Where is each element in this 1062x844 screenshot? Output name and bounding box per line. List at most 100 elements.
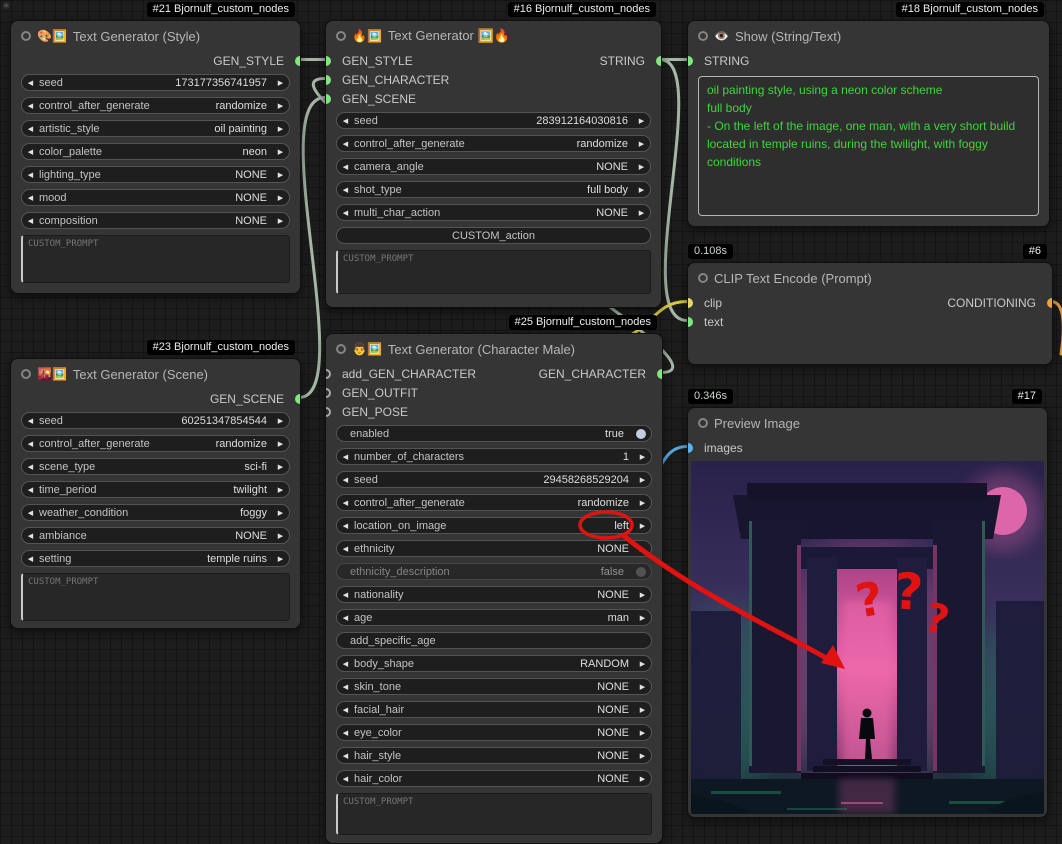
- widget-ethnicity_description[interactable]: ethnicity_descriptionfalse: [336, 563, 652, 580]
- widget-lighting_type[interactable]: ◀lighting_typeNONE▶: [21, 166, 290, 183]
- decrement-arrow-icon[interactable]: ◀: [337, 140, 354, 148]
- widget-CUSTOM_action[interactable]: CUSTOM_action: [336, 227, 651, 244]
- node-titlebar[interactable]: Preview Image: [688, 408, 1047, 438]
- decrement-arrow-icon[interactable]: ◀: [337, 706, 354, 714]
- output-GEN_STYLE[interactable]: GEN_STYLE: [11, 51, 300, 70]
- port-dot-icon[interactable]: [326, 388, 331, 398]
- increment-arrow-icon[interactable]: ▶: [634, 706, 651, 714]
- node-titlebar[interactable]: 🎨🖼️ Text Generator (Style): [11, 21, 300, 51]
- collapse-dot-icon[interactable]: [698, 418, 708, 428]
- decrement-arrow-icon[interactable]: ◀: [22, 194, 39, 202]
- port-dot-icon[interactable]: [326, 75, 331, 85]
- node-show-string-text[interactable]: #18 Bjornulf_custom_nodes 👁️ Show (Strin…: [687, 20, 1050, 227]
- widget-weather_condition[interactable]: ◀weather_conditionfoggy▶: [21, 504, 290, 521]
- node-titlebar[interactable]: CLIP Text Encode (Prompt): [688, 263, 1052, 293]
- decrement-arrow-icon[interactable]: ◀: [22, 79, 39, 87]
- decrement-arrow-icon[interactable]: ◀: [337, 729, 354, 737]
- increment-arrow-icon[interactable]: ▶: [634, 660, 651, 668]
- input-STRING[interactable]: STRING: [688, 51, 1049, 70]
- collapse-dot-icon[interactable]: [336, 344, 346, 354]
- widget-location_on_image[interactable]: ◀location_on_imageleft▶: [336, 517, 652, 534]
- widget-enabled[interactable]: enabledtrue: [336, 425, 652, 442]
- widget-control_after_generate[interactable]: ◀control_after_generaterandomize▶: [21, 97, 290, 114]
- increment-arrow-icon[interactable]: ▶: [272, 417, 289, 425]
- increment-arrow-icon[interactable]: ▶: [272, 194, 289, 202]
- widget-shot_type[interactable]: ◀shot_typefull body▶: [336, 181, 651, 198]
- decrement-arrow-icon[interactable]: ◀: [22, 148, 39, 156]
- increment-arrow-icon[interactable]: ▶: [634, 729, 651, 737]
- increment-arrow-icon[interactable]: ▶: [272, 79, 289, 87]
- input-GEN_POSE[interactable]: GEN_POSE: [326, 402, 662, 421]
- port-dot-icon[interactable]: [688, 317, 693, 327]
- increment-arrow-icon[interactable]: ▶: [272, 171, 289, 179]
- input-GEN_CHARACTER[interactable]: GEN_CHARACTER: [326, 70, 661, 89]
- increment-arrow-icon[interactable]: ▶: [633, 209, 650, 217]
- increment-arrow-icon[interactable]: ▶: [634, 614, 651, 622]
- toggle-knob-icon[interactable]: [636, 567, 646, 577]
- custom-prompt-textarea[interactable]: [21, 573, 290, 621]
- widget-mood[interactable]: ◀moodNONE▶: [21, 189, 290, 206]
- widget-number_of_characters[interactable]: ◀number_of_characters1▶: [336, 448, 652, 465]
- increment-arrow-icon[interactable]: ▶: [272, 532, 289, 540]
- widget-control_after_generate[interactable]: ◀control_after_generaterandomize▶: [336, 135, 651, 152]
- widget-multi_char_action[interactable]: ◀multi_char_actionNONE▶: [336, 204, 651, 221]
- increment-arrow-icon[interactable]: ▶: [634, 545, 651, 553]
- widget-ambiance[interactable]: ◀ambianceNONE▶: [21, 527, 290, 544]
- decrement-arrow-icon[interactable]: ◀: [22, 463, 39, 471]
- widget-time_period[interactable]: ◀time_periodtwilight▶: [21, 481, 290, 498]
- increment-arrow-icon[interactable]: ▶: [633, 163, 650, 171]
- widget-seed[interactable]: ◀seed60251347854544▶: [21, 412, 290, 429]
- decrement-arrow-icon[interactable]: ◀: [337, 453, 354, 461]
- port-dot-icon[interactable]: [688, 298, 693, 308]
- widget-nationality[interactable]: ◀nationalityNONE▶: [336, 586, 652, 603]
- node-titlebar[interactable]: 👨🖼️ Text Generator (Character Male): [326, 334, 662, 364]
- widget-hair_color[interactable]: ◀hair_colorNONE▶: [336, 770, 652, 787]
- input-clip[interactable]: clip: [688, 293, 1052, 312]
- decrement-arrow-icon[interactable]: ◀: [337, 522, 354, 530]
- widget-facial_hair[interactable]: ◀facial_hairNONE▶: [336, 701, 652, 718]
- port-dot-icon[interactable]: [688, 56, 693, 66]
- input-images[interactable]: images: [688, 438, 1047, 457]
- node-text-generator-character-male[interactable]: #25 Bjornulf_custom_nodes 👨🖼️ Text Gener…: [325, 333, 663, 844]
- increment-arrow-icon[interactable]: ▶: [272, 217, 289, 225]
- increment-arrow-icon[interactable]: ▶: [272, 486, 289, 494]
- decrement-arrow-icon[interactable]: ◀: [22, 217, 39, 225]
- increment-arrow-icon[interactable]: ▶: [272, 555, 289, 563]
- increment-arrow-icon[interactable]: ▶: [272, 509, 289, 517]
- widget-scene_type[interactable]: ◀scene_typesci-fi▶: [21, 458, 290, 475]
- decrement-arrow-icon[interactable]: ◀: [337, 186, 354, 194]
- decrement-arrow-icon[interactable]: ◀: [22, 440, 39, 448]
- input-add_GEN_CHARACTER[interactable]: add_GEN_CHARACTER: [326, 364, 662, 383]
- port-dot-icon[interactable]: [326, 56, 331, 66]
- decrement-arrow-icon[interactable]: ◀: [337, 683, 354, 691]
- increment-arrow-icon[interactable]: ▶: [272, 102, 289, 110]
- decrement-arrow-icon[interactable]: ◀: [337, 163, 354, 171]
- increment-arrow-icon[interactable]: ▶: [634, 453, 651, 461]
- widget-skin_tone[interactable]: ◀skin_toneNONE▶: [336, 678, 652, 695]
- widget-body_shape[interactable]: ◀body_shapeRANDOM▶: [336, 655, 652, 672]
- widget-hair_style[interactable]: ◀hair_styleNONE▶: [336, 747, 652, 764]
- increment-arrow-icon[interactable]: ▶: [634, 775, 651, 783]
- decrement-arrow-icon[interactable]: ◀: [22, 532, 39, 540]
- widget-add_specific_age[interactable]: add_specific_age: [336, 632, 652, 649]
- widget-camera_angle[interactable]: ◀camera_angleNONE▶: [336, 158, 651, 175]
- widget-color_palette[interactable]: ◀color_paletteneon▶: [21, 143, 290, 160]
- decrement-arrow-icon[interactable]: ◀: [337, 614, 354, 622]
- increment-arrow-icon[interactable]: ▶: [634, 591, 651, 599]
- port-dot-icon[interactable]: [326, 369, 331, 379]
- decrement-arrow-icon[interactable]: ◀: [337, 499, 354, 507]
- output-GEN_SCENE[interactable]: GEN_SCENE: [11, 389, 300, 408]
- increment-arrow-icon[interactable]: ▶: [634, 522, 651, 530]
- widget-control_after_generate[interactable]: ◀control_after_generaterandomize▶: [21, 435, 290, 452]
- input-GEN_OUTFIT[interactable]: GEN_OUTFIT: [326, 383, 662, 402]
- custom-prompt-textarea[interactable]: [21, 235, 290, 283]
- toggle-knob-icon[interactable]: [636, 429, 646, 439]
- custom-prompt-textarea[interactable]: [336, 793, 652, 835]
- decrement-arrow-icon[interactable]: ◀: [337, 775, 354, 783]
- input-GEN_STYLE[interactable]: GEN_STYLE: [326, 51, 661, 70]
- preview-image[interactable]: [691, 461, 1044, 814]
- decrement-arrow-icon[interactable]: ◀: [337, 591, 354, 599]
- increment-arrow-icon[interactable]: ▶: [634, 752, 651, 760]
- custom-prompt-textarea[interactable]: [336, 250, 651, 294]
- decrement-arrow-icon[interactable]: ◀: [22, 555, 39, 563]
